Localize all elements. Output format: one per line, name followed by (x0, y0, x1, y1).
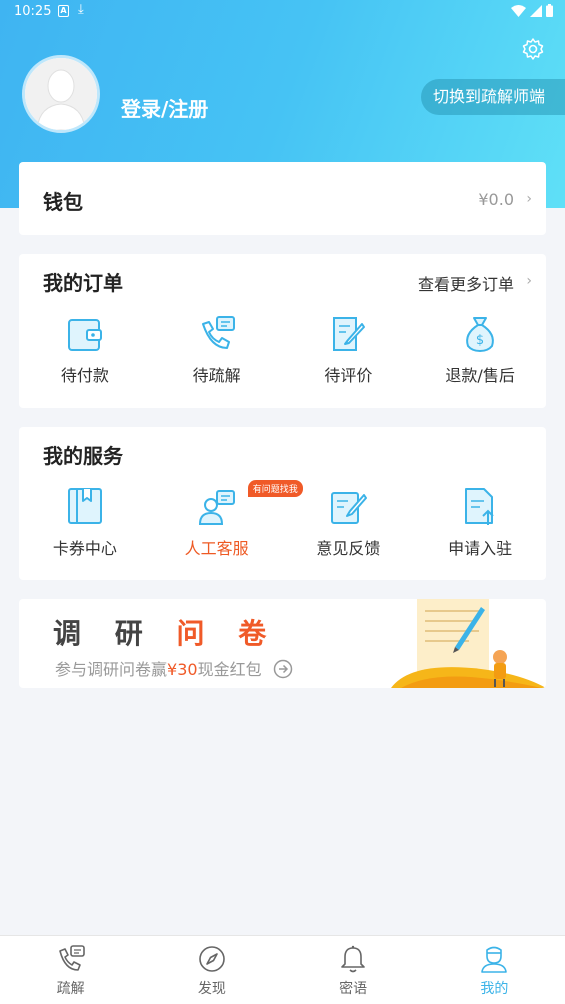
battery-icon (546, 4, 553, 17)
signal-icon (530, 4, 542, 17)
coupon-book-icon (67, 488, 102, 524)
banner-subtitle: 参与调研问卷赢¥30现金红包 (55, 656, 293, 680)
compass-icon (199, 946, 225, 972)
switch-role-button[interactable]: 切换到疏解师端 (421, 79, 565, 115)
banner-subtitle-suffix: 现金红包 (197, 660, 262, 679)
edit-doc-icon (333, 317, 366, 351)
tab-discover[interactable]: 发现 (141, 936, 282, 1004)
tab-whisper[interactable]: 密语 (283, 936, 424, 1004)
service-item-coupons[interactable]: 卡券中心 (19, 487, 151, 559)
tab-label: 密语 (339, 981, 368, 997)
tab-label: 我的 (480, 981, 509, 997)
status-time: 10:25 (14, 4, 52, 19)
survey-banner[interactable]: 调 研 问 卷 参与调研问卷赢¥30现金红包 (19, 599, 546, 688)
services-card: 我的服务 卡券中心 有问题找我 人工客服 意见反馈 申请入驻 (19, 427, 546, 580)
orders-grid: 待付款 待疏解 待评价 $ 退款/售后 (19, 314, 546, 386)
banner-title-highlight: 问 卷 (176, 617, 279, 650)
avatar[interactable] (22, 55, 100, 133)
notification-a-icon: A (58, 5, 69, 17)
banner-title-normal: 调 研 (53, 617, 177, 650)
order-item-pending-payment[interactable]: 待付款 (19, 314, 151, 386)
tab-label: 发现 (197, 981, 226, 997)
tab-relief[interactable]: 疏解 (0, 936, 141, 1004)
service-item-label: 卡券中心 (52, 539, 117, 558)
chevron-right-icon: › (526, 191, 532, 207)
order-item-pending-review[interactable]: 待评价 (283, 314, 415, 386)
survey-illustration-icon (391, 599, 546, 688)
wallet-icon (67, 319, 102, 351)
apply-doc-icon (465, 488, 494, 525)
money-bag-icon: $ (466, 317, 494, 353)
tab-mine[interactable]: 我的 (424, 936, 565, 1004)
order-item-label: 待疏解 (192, 366, 241, 385)
banner-amount: ¥30 (167, 660, 198, 679)
service-item-label: 人工客服 (184, 539, 249, 558)
download-icon: ⤓ (78, 2, 84, 17)
order-item-label: 待评价 (324, 366, 373, 385)
feedback-edit-icon (331, 492, 368, 524)
customer-service-icon (198, 490, 235, 525)
more-orders-link[interactable]: 查看更多订单 (418, 271, 514, 295)
status-bar: 10:25 A ⤓ (0, 0, 565, 24)
service-item-feedback[interactable]: 意见反馈 (283, 487, 415, 559)
phone-chat-icon (201, 316, 235, 349)
wallet-title: 钱包 (43, 190, 83, 214)
wallet-card[interactable]: 钱包 ¥0.0 › (19, 162, 546, 235)
banner-subtitle-prefix: 参与调研问卷赢 (55, 660, 168, 679)
service-item-apply[interactable]: 申请入驻 (414, 487, 546, 559)
user-icon (481, 946, 508, 973)
wifi-icon (511, 4, 526, 17)
bottom-tab-bar: 疏解 发现 密语 我的 (0, 935, 565, 1004)
wallet-balance: ¥0.0 (478, 190, 514, 209)
order-item-label: 待付款 (60, 366, 109, 385)
service-item-label: 意见反馈 (316, 539, 381, 558)
service-item-customer-service[interactable]: 有问题找我 人工客服 (151, 480, 303, 559)
arrow-right-circle-icon (273, 659, 292, 679)
tab-label: 疏解 (56, 981, 85, 997)
status-icons (511, 4, 553, 17)
service-item-label: 申请入驻 (448, 539, 513, 558)
order-item-label: 退款/售后 (445, 366, 515, 385)
bell-icon (341, 945, 365, 973)
svg-text:$: $ (476, 333, 484, 348)
chevron-right-icon[interactable]: › (526, 273, 532, 289)
orders-card: 我的订单 查看更多订单 › 待付款 待疏解 待评价 $ 退款/售后 (19, 254, 546, 408)
default-avatar-icon (25, 58, 97, 130)
banner-title: 调 研 问 卷 (53, 612, 278, 652)
orders-title: 我的订单 (43, 271, 123, 295)
settings-gear-icon[interactable] (521, 37, 545, 61)
order-item-refund[interactable]: $ 退款/售后 (414, 314, 546, 386)
phone-chat-icon (58, 945, 85, 971)
services-grid: 卡券中心 有问题找我 人工客服 意见反馈 申请入驻 (19, 480, 546, 559)
order-item-pending-relief[interactable]: 待疏解 (151, 314, 283, 386)
services-title: 我的服务 (43, 444, 123, 468)
login-register-link[interactable]: 登录/注册 (121, 93, 208, 122)
